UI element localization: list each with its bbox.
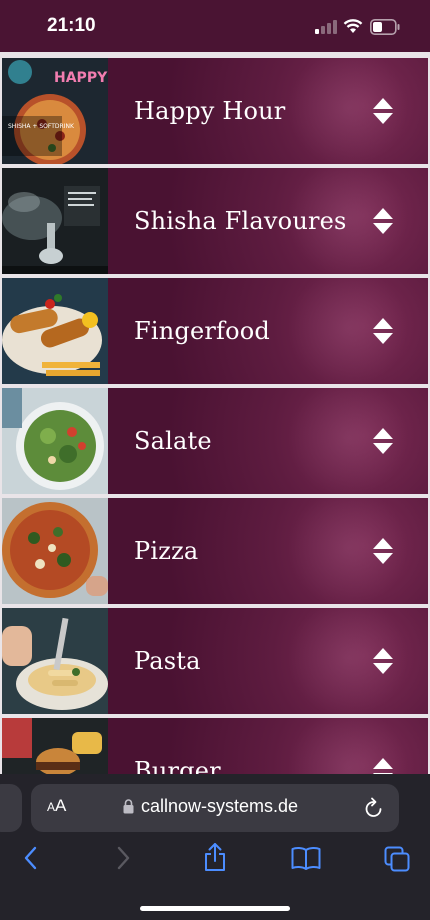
- menu-item-shisha-flavoures[interactable]: Shisha Flavoures: [0, 168, 430, 274]
- menu-category-list: HAPPY Hour SHISHA + SOFTDRINK Happy Hour: [0, 52, 430, 774]
- reload-icon[interactable]: [364, 797, 384, 819]
- menu-item-salate[interactable]: Salate: [0, 388, 430, 494]
- menu-item-band: Happy Hour: [108, 58, 428, 164]
- battery-icon: [370, 19, 400, 35]
- menu-item-band: Shisha Flavoures: [108, 168, 428, 274]
- menu-item-band: Salate: [108, 388, 428, 494]
- burger-thumbnail: [2, 718, 108, 774]
- browser-toolbar: AA callnow-systems.de: [0, 774, 430, 920]
- menu-item-title: Fingerfood: [134, 317, 270, 345]
- forward-icon[interactable]: [114, 846, 132, 870]
- aa-large-label: A: [55, 796, 67, 815]
- share-icon[interactable]: [203, 842, 227, 872]
- shisha-thumbnail: [2, 168, 108, 274]
- sort-arrows-icon[interactable]: [372, 317, 394, 345]
- menu-item-band: Burger: [108, 718, 428, 774]
- menu-item-happy-hour[interactable]: HAPPY Hour SHISHA + SOFTDRINK Happy Hour: [0, 58, 430, 164]
- status-time: 21:10: [47, 15, 96, 36]
- menu-item-title: Shisha Flavoures: [134, 207, 347, 235]
- happy-hour-thumbnail: HAPPY Hour SHISHA + SOFTDRINK: [2, 58, 108, 164]
- cellular-signal-icon: [315, 20, 337, 34]
- sort-arrows-icon[interactable]: [372, 647, 394, 675]
- menu-item-pizza[interactable]: Pizza: [0, 498, 430, 604]
- menu-item-band: Fingerfood: [108, 278, 428, 384]
- menu-item-band: Pizza: [108, 498, 428, 604]
- pasta-thumbnail: [2, 608, 108, 714]
- sort-arrows-icon[interactable]: [372, 97, 394, 125]
- home-indicator: [140, 906, 290, 911]
- previous-tab-preview[interactable]: [0, 784, 22, 832]
- reader-settings-button[interactable]: AA: [47, 796, 66, 816]
- wifi-icon: [343, 19, 363, 33]
- bookmarks-icon[interactable]: [291, 846, 321, 870]
- happy-hour-thumb-text: HAPPY Hour: [54, 70, 108, 86]
- back-icon[interactable]: [22, 846, 40, 870]
- happy-hour-thumb-subtext: SHISHA + SOFTDRINK: [8, 123, 75, 130]
- fingerfood-thumbnail: [2, 278, 108, 384]
- sort-arrows-icon[interactable]: [372, 757, 394, 774]
- menu-item-title: Pizza: [134, 537, 199, 565]
- menu-item-fingerfood[interactable]: Fingerfood: [0, 278, 430, 384]
- menu-item-band: Pasta: [108, 608, 428, 714]
- tabs-overview-icon[interactable]: [384, 846, 410, 872]
- menu-item-title: Salate: [134, 427, 212, 455]
- menu-item-burger[interactable]: Burger: [0, 718, 430, 774]
- sort-arrows-icon[interactable]: [372, 427, 394, 455]
- menu-item-pasta[interactable]: Pasta: [0, 608, 430, 714]
- pizza-thumbnail: [2, 498, 108, 604]
- menu-item-title: Burger: [134, 757, 221, 774]
- url-text: callnow-systems.de: [141, 796, 299, 816]
- status-bar: 21:10: [0, 0, 430, 52]
- aa-small-label: A: [47, 800, 56, 814]
- address-bar[interactable]: AA callnow-systems.de: [31, 784, 399, 832]
- salad-thumbnail: [2, 388, 108, 494]
- lock-icon: [123, 799, 134, 814]
- menu-item-title: Pasta: [134, 647, 201, 675]
- sort-arrows-icon[interactable]: [372, 207, 394, 235]
- menu-item-title: Happy Hour: [134, 97, 286, 125]
- sort-arrows-icon[interactable]: [372, 537, 394, 565]
